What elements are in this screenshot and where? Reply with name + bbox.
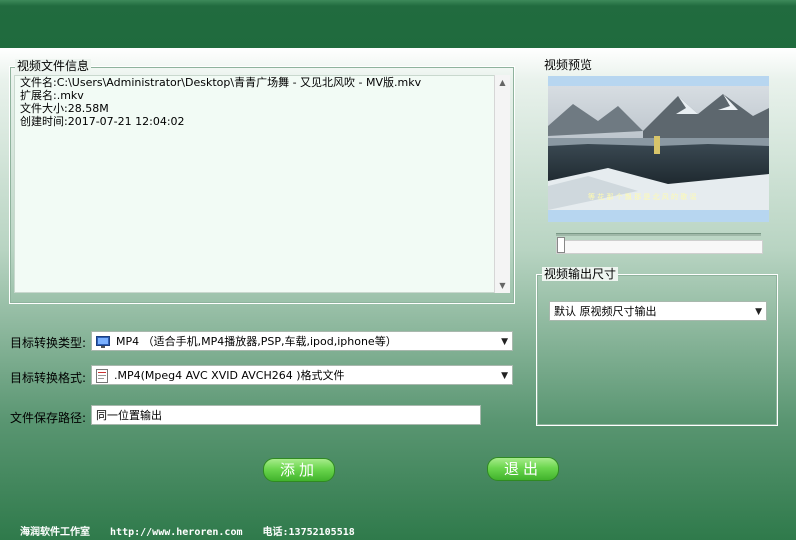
video-preview-legend: 视频预览 <box>544 58 593 72</box>
monitor-icon <box>96 336 110 348</box>
chevron-down-icon[interactable]: ▼ <box>501 332 508 352</box>
info-line-filename: 文件名:C:\Users\Administrator\Desktop\青青广场舞… <box>20 76 422 89</box>
target-format-select[interactable]: .MP4(Mpeg4 AVC XVID AVCH264 )格式文件 ▼ <box>91 365 513 385</box>
video-info-legend: 视频文件信息 <box>15 59 92 73</box>
target-type-label: 目标转换类型: <box>10 336 87 350</box>
info-scrollbar[interactable]: ▲ ▼ <box>494 75 510 293</box>
video-subtitle: 等 花 那 个 飘 那 是 北 风 的 歌 谣 <box>588 193 697 201</box>
footer-url[interactable]: http://www.heroren.com <box>110 527 242 538</box>
target-type-select[interactable]: MP4 （适合手机,MP4播放器,PSP,车载,ipod,iphone等） ▼ <box>91 331 513 351</box>
video-info-group: 视频文件信息 文件名:C:\Users\Administrator\Deskto… <box>9 59 515 304</box>
save-path-input[interactable]: 同一位置输出 <box>91 405 481 425</box>
info-line-created: 创建时间:2017-07-21 12:04:02 <box>20 115 185 128</box>
footer-phone: 电话:13752105518 <box>262 527 355 538</box>
output-size-group: 视频输出尺寸 默认 原视频尺寸输出 ▼ <box>536 267 778 426</box>
output-size-select[interactable]: 默认 原视频尺寸输出 ▼ <box>549 301 767 321</box>
footer: 海润软件工作室 http://www.heroren.com 电话:137521… <box>20 523 369 538</box>
scroll-up-icon[interactable]: ▲ <box>495 75 510 90</box>
target-format-label: 目标转换格式: <box>10 371 87 385</box>
preview-slider-track <box>556 233 761 236</box>
video-preview: 等 花 那 个 飘 那 是 北 风 的 歌 谣 <box>548 76 769 222</box>
info-line-size: 文件大小:28.58M <box>20 102 109 115</box>
exit-button[interactable]: 退出 <box>487 457 559 481</box>
target-format-value: .MP4(Mpeg4 AVC XVID AVCH264 )格式文件 <box>114 369 345 382</box>
output-size-legend: 视频输出尺寸 <box>542 267 619 281</box>
chevron-down-icon[interactable]: ▼ <box>755 302 762 322</box>
video-preview-group: 视频预览 等 花 那 个 飘 那 是 北 风 的 歌 谣 <box>536 58 784 256</box>
output-size-value: 默认 原视频尺寸输出 <box>554 305 657 318</box>
video-info-text: 文件名:C:\Users\Administrator\Desktop\青青广场舞… <box>14 75 503 293</box>
title-bar <box>0 0 796 48</box>
document-icon <box>96 369 108 383</box>
chevron-down-icon[interactable]: ▼ <box>501 366 508 386</box>
scroll-down-icon[interactable]: ▼ <box>495 278 510 293</box>
preview-slider-thumb[interactable] <box>557 237 565 253</box>
footer-studio: 海润软件工作室 <box>20 527 90 538</box>
save-path-label: 文件保存路径: <box>10 411 87 425</box>
info-line-extension: 扩展名:.mkv <box>20 89 84 102</box>
preview-progress-bar[interactable] <box>556 240 763 254</box>
add-button[interactable]: 添加 <box>263 458 335 482</box>
target-type-value: MP4 （适合手机,MP4播放器,PSP,车载,ipod,iphone等） <box>116 335 397 348</box>
